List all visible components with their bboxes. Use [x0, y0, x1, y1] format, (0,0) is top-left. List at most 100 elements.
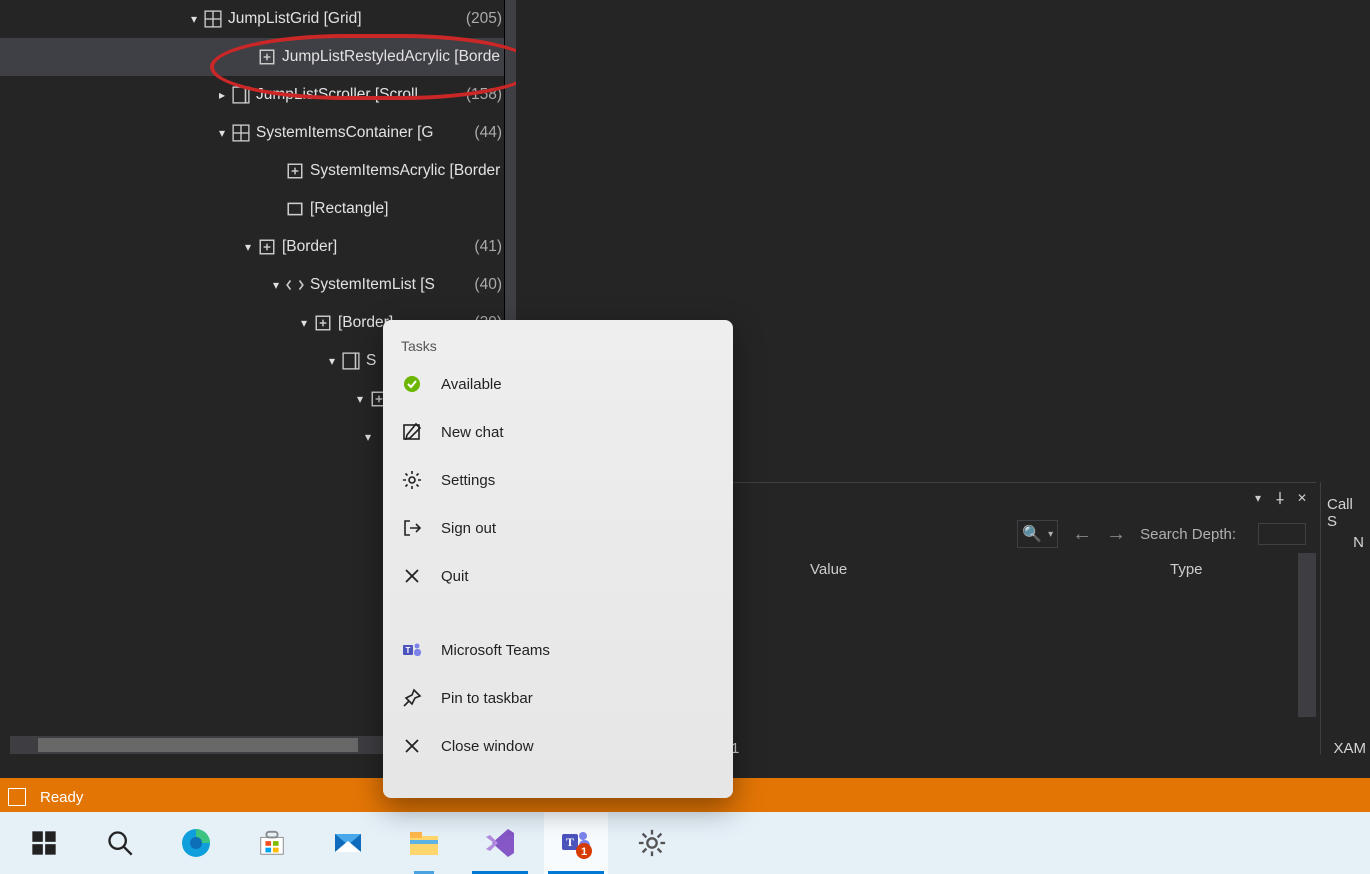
jl-item-quit[interactable]: Quit	[383, 552, 733, 600]
expander-icon[interactable]: ▾	[268, 278, 284, 292]
jl-label: Settings	[441, 472, 495, 489]
jl-label: Pin to taskbar	[441, 690, 533, 707]
expander-icon[interactable]: ▾	[324, 354, 340, 368]
jl-item-pin[interactable]: Pin to taskbar	[383, 674, 733, 722]
tree-label: SystemItemsAcrylic [Border	[310, 162, 500, 180]
tree-label: SystemItemsContainer [G	[256, 124, 433, 142]
tree-label: JumpListScroller [Scroll	[256, 86, 418, 104]
tree-label: S	[366, 352, 376, 370]
tree-row[interactable]: SystemItemsAcrylic [Border	[0, 152, 516, 190]
tree-label: JumpListRestyledAcrylic [Borde	[282, 48, 500, 66]
taskbar-edge[interactable]	[164, 812, 228, 874]
tree-count: (40)	[474, 276, 502, 294]
tree-row[interactable]: ▾ SystemItemList [S (40)	[0, 266, 516, 304]
taskbar-start[interactable]	[12, 812, 76, 874]
jl-label: Quit	[441, 568, 469, 585]
border-icon	[314, 314, 332, 332]
new-chat-icon	[401, 421, 423, 443]
tree-label: JumpListGrid [Grid]	[228, 10, 362, 28]
expander-icon[interactable]: ▾	[296, 316, 312, 330]
expander-icon[interactable]: ▾	[360, 430, 376, 444]
col-value[interactable]: Value	[810, 561, 1170, 578]
expander-icon[interactable]: ▾	[186, 12, 202, 26]
call-stack-panel[interactable]: Call S N	[1320, 482, 1370, 754]
col-type[interactable]: Type	[1170, 561, 1203, 578]
taskbar-file-explorer[interactable]	[392, 812, 456, 874]
jl-label: Available	[441, 376, 502, 393]
search-depth-combobox[interactable]	[1258, 523, 1306, 545]
tree-label: [Rectangle]	[310, 200, 388, 218]
jl-item-sign-out[interactable]: Sign out	[383, 504, 733, 552]
svg-text:T: T	[406, 646, 411, 655]
tree-row[interactable]: ▾ [Border] (41)	[0, 228, 516, 266]
border-icon	[258, 238, 276, 256]
tree-row[interactable]: ▾ SystemItemsContainer [G (44)	[0, 114, 516, 152]
border-icon	[286, 162, 304, 180]
grid-icon	[204, 10, 222, 28]
tree-count: (205)	[466, 10, 502, 28]
close-icon	[401, 565, 423, 587]
expander-icon[interactable]: ▾	[214, 126, 230, 140]
tree-row[interactable]: JumpListRestyledAcrylic [Borde	[0, 38, 516, 76]
xaml-label: XAM	[1333, 740, 1366, 757]
pin-icon[interactable]	[1272, 490, 1288, 506]
jl-item-teams[interactable]: T Microsoft Teams	[383, 626, 733, 674]
taskbar-visual-studio[interactable]	[468, 812, 532, 874]
tree-count: (158)	[466, 86, 502, 104]
jl-label: New chat	[441, 424, 504, 441]
scrollbar-thumb[interactable]	[38, 738, 358, 752]
jl-item-available[interactable]: Available	[383, 360, 733, 408]
grid-icon	[232, 124, 250, 142]
expander-icon[interactable]: ▾	[352, 392, 368, 406]
statusbar-icon	[8, 788, 26, 806]
close-icon	[401, 735, 423, 757]
jl-item-new-chat[interactable]: New chat	[383, 408, 733, 456]
svg-text:T: T	[566, 835, 574, 849]
tree-label: [Border]	[282, 238, 337, 256]
jumplist-flyout: Tasks Available New chat Settings Sign o…	[383, 320, 733, 798]
itemscontrol-icon	[286, 276, 304, 294]
tree-row[interactable]: [Rectangle]	[0, 190, 516, 228]
tree-label: SystemItemList [S	[310, 276, 435, 294]
teams-icon: T	[401, 639, 423, 661]
taskbar-store[interactable]	[240, 812, 304, 874]
nav-back-icon[interactable]: ←	[1072, 523, 1092, 546]
jl-item-close-window[interactable]: Close window	[383, 722, 733, 770]
nav-forward-icon[interactable]: →	[1106, 523, 1126, 546]
tree-count: (41)	[474, 238, 502, 256]
search-depth-label: Search Depth:	[1140, 526, 1236, 543]
taskbar: T1	[0, 812, 1370, 874]
taskbar-settings[interactable]	[620, 812, 684, 874]
border-icon	[258, 48, 276, 66]
search-box[interactable]: 🔍 ▾	[1017, 520, 1058, 548]
taskbar-search[interactable]	[88, 812, 152, 874]
dropdown-arrow-icon[interactable]: ▾	[1250, 490, 1266, 506]
taskbar-teams[interactable]: T1	[544, 812, 608, 874]
close-icon[interactable]: ✕	[1294, 490, 1310, 506]
statusbar-text: Ready	[40, 789, 83, 806]
search-icon: 🔍	[1022, 524, 1042, 544]
panel-title: Call S	[1327, 496, 1364, 530]
panel-scrollbar-vertical[interactable]	[1298, 553, 1316, 717]
expander-icon[interactable]: ▾	[240, 240, 256, 254]
sign-out-icon	[401, 517, 423, 539]
gear-icon	[401, 469, 423, 491]
expander-icon[interactable]: ▸	[214, 88, 230, 102]
presence-available-icon	[401, 373, 423, 395]
taskbar-mail[interactable]	[316, 812, 380, 874]
tree-count: (44)	[474, 124, 502, 142]
panel-sub: N	[1327, 534, 1364, 551]
search-dropdown-icon[interactable]: ▾	[1048, 529, 1053, 540]
svg-text:1: 1	[581, 846, 587, 858]
pin-icon	[401, 687, 423, 709]
jl-item-settings[interactable]: Settings	[383, 456, 733, 504]
scrollviewer-icon	[342, 352, 360, 370]
jumplist-heading: Tasks	[383, 320, 733, 360]
jl-label: Microsoft Teams	[441, 642, 550, 659]
scrollviewer-icon	[232, 86, 250, 104]
tree-row[interactable]: ▸ JumpListScroller [Scroll (158)	[0, 76, 516, 114]
tree-row[interactable]: ▾ JumpListGrid [Grid] (205)	[0, 0, 516, 38]
jl-label: Close window	[441, 738, 534, 755]
jl-label: Sign out	[441, 520, 496, 537]
rectangle-icon	[286, 200, 304, 218]
